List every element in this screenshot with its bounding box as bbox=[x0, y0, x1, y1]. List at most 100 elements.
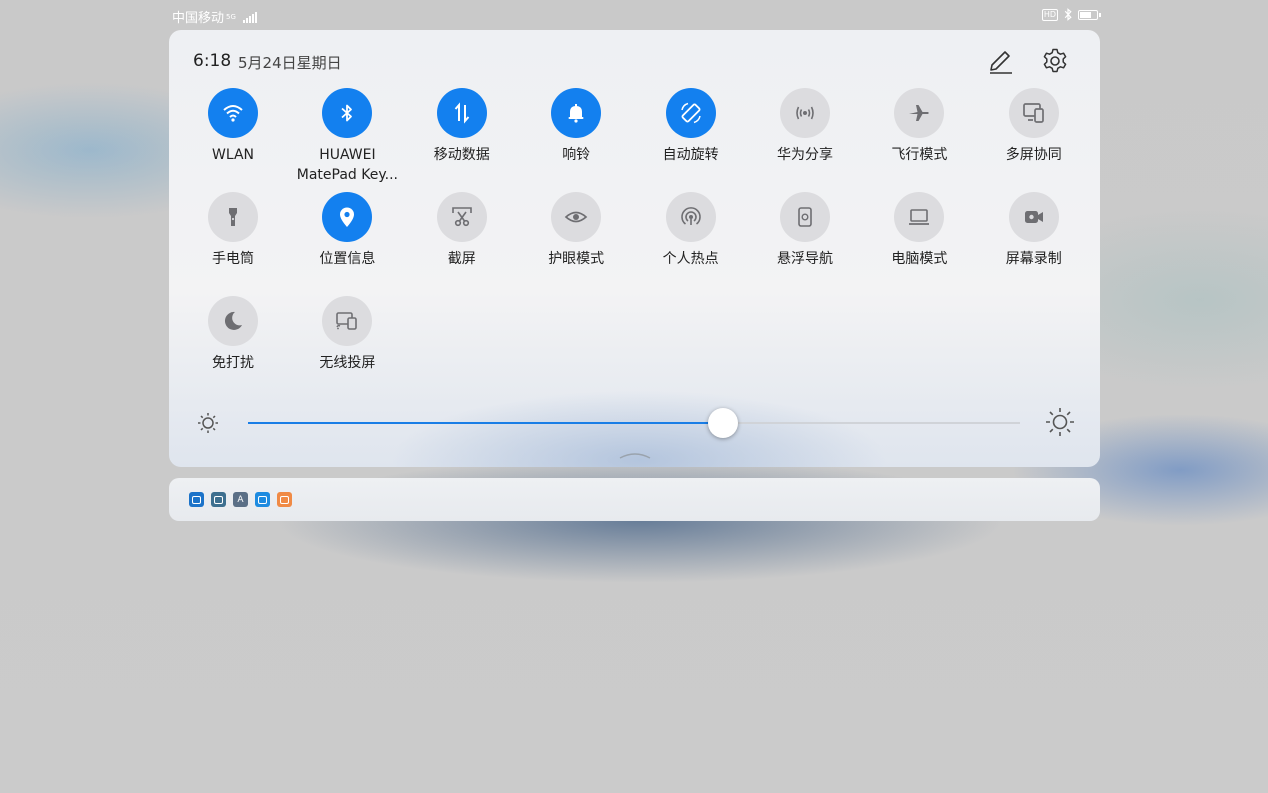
tile-toggle-button[interactable] bbox=[1008, 88, 1059, 138]
tile-toggle-button[interactable] bbox=[436, 88, 487, 138]
auto-rotate-icon bbox=[679, 101, 703, 125]
tile-screen-record[interactable]: 屏幕录制 bbox=[979, 192, 1089, 269]
tile-label: 护眼模式 bbox=[548, 251, 605, 267]
sun-large-icon bbox=[1046, 408, 1074, 436]
screen-record-icon bbox=[1022, 205, 1046, 229]
tile-eye[interactable]: 护眼模式 bbox=[521, 192, 631, 269]
bluetooth-icon bbox=[1064, 8, 1072, 21]
tile-label: 移动数据 bbox=[433, 147, 490, 163]
hd-icon: HD bbox=[1041, 8, 1058, 21]
wireless-projection-icon bbox=[335, 309, 359, 333]
tile-toggle-button[interactable] bbox=[780, 192, 830, 242]
tile-toggle-button[interactable] bbox=[551, 88, 602, 138]
gear-icon bbox=[1043, 48, 1067, 73]
battery-icon bbox=[1078, 9, 1101, 20]
tile-airplane[interactable]: 飞行模式 bbox=[864, 88, 974, 165]
app-store-icon bbox=[189, 492, 204, 507]
laptop-icon bbox=[907, 205, 931, 229]
tile-toggle-button[interactable] bbox=[551, 192, 602, 242]
tile-label: WLAN bbox=[211, 147, 254, 163]
tile-location-pin[interactable]: 位置信息 bbox=[292, 192, 402, 269]
collapse-handle-icon[interactable] bbox=[619, 450, 651, 460]
tile-label: 手电筒 bbox=[212, 251, 254, 267]
tile-bluetooth[interactable]: HUAWEI MatePad Key... bbox=[292, 88, 402, 185]
tile-label: 华为分享 bbox=[777, 147, 833, 163]
airplane-icon bbox=[907, 101, 931, 125]
tile-toggle-button[interactable] bbox=[208, 88, 258, 138]
brightness-control bbox=[169, 405, 1100, 441]
tile-toggle-button[interactable] bbox=[1008, 192, 1059, 242]
eye-icon bbox=[564, 205, 588, 229]
wifi-icon bbox=[221, 101, 245, 125]
tile-label: 个人热点 bbox=[662, 251, 719, 267]
tile-toggle-button[interactable] bbox=[665, 192, 716, 242]
notification-icons-bar[interactable]: A bbox=[169, 478, 1100, 521]
tile-label: 悬浮导航 bbox=[777, 251, 833, 267]
tile-label: 响铃 bbox=[562, 147, 591, 163]
moon-icon bbox=[221, 309, 245, 333]
bell-icon bbox=[564, 101, 588, 125]
pencil-icon bbox=[990, 51, 1012, 74]
tile-multi-screen[interactable]: 多屏协同 bbox=[979, 88, 1089, 165]
location-pin-icon bbox=[335, 205, 359, 229]
carrier-name: 中国移动 bbox=[172, 11, 225, 26]
tile-toggle-button[interactable] bbox=[208, 296, 258, 346]
tile-toggle-button[interactable] bbox=[894, 88, 945, 138]
tile-mobile-data[interactable]: 移动数据 bbox=[407, 88, 517, 165]
edit-button[interactable] bbox=[985, 46, 1015, 76]
screenshot-scissors-icon bbox=[450, 205, 474, 229]
tile-label: 屏幕录制 bbox=[1005, 251, 1062, 267]
tile-toggle-button[interactable] bbox=[322, 296, 373, 346]
font-icon: A bbox=[233, 492, 248, 507]
tile-bell[interactable]: 响铃 bbox=[521, 88, 631, 165]
customer-service-icon bbox=[255, 492, 270, 507]
tile-toggle-button[interactable] bbox=[436, 192, 487, 242]
carrier-info: 中国移动 5G bbox=[172, 7, 257, 26]
tile-toggle-button[interactable] bbox=[322, 88, 373, 138]
tile-flashlight[interactable]: 手电筒 bbox=[178, 192, 288, 269]
quick-settings-panel: 6:18 5月24日星期日 WLAN HUAWEI MatePad Key... 移… bbox=[169, 30, 1100, 467]
sun-small-icon bbox=[198, 413, 218, 433]
huawei-share-icon bbox=[793, 101, 817, 125]
tile-screenshot-scissors[interactable]: 截屏 bbox=[407, 192, 517, 269]
tile-label: HUAWEI MatePad Key... bbox=[296, 147, 398, 183]
brightness-thumb[interactable] bbox=[707, 408, 738, 438]
status-bar: 中国移动 5G HD bbox=[0, 0, 1268, 30]
tile-label: 电脑模式 bbox=[891, 251, 948, 267]
tile-floating-nav[interactable]: 悬浮导航 bbox=[750, 192, 860, 269]
settings-button[interactable] bbox=[1040, 46, 1070, 76]
tile-label: 截屏 bbox=[447, 251, 476, 267]
brightness-fill bbox=[248, 422, 723, 424]
clock: 6:18 bbox=[193, 51, 232, 71]
tile-hotspot[interactable]: 个人热点 bbox=[636, 192, 746, 269]
tile-wireless-projection[interactable]: 无线投屏 bbox=[292, 296, 402, 373]
signal-icon bbox=[242, 11, 257, 23]
tile-toggle-button[interactable] bbox=[208, 192, 258, 242]
floating-nav-icon bbox=[793, 205, 817, 229]
tile-label: 多屏协同 bbox=[1005, 147, 1062, 163]
tile-auto-rotate[interactable]: 自动旋转 bbox=[636, 88, 746, 165]
date: 5月24日星期日 bbox=[238, 54, 342, 72]
tile-label: 无线投屏 bbox=[319, 355, 376, 371]
tile-huawei-share[interactable]: 华为分享 bbox=[750, 88, 860, 165]
status-icons: HD bbox=[1041, 8, 1101, 21]
flashlight-icon bbox=[221, 205, 245, 229]
tile-toggle-button[interactable] bbox=[894, 192, 945, 242]
tile-label: 免打扰 bbox=[212, 355, 254, 371]
tile-toggle-button[interactable] bbox=[780, 88, 830, 138]
tile-laptop[interactable]: 电脑模式 bbox=[864, 192, 974, 269]
tile-moon[interactable]: 免打扰 bbox=[178, 296, 288, 373]
network-type: 5G bbox=[226, 12, 236, 21]
bluetooth-icon bbox=[335, 101, 359, 125]
tile-toggle-button[interactable] bbox=[665, 88, 716, 138]
tile-label: 位置信息 bbox=[319, 251, 376, 267]
tile-label: 自动旋转 bbox=[662, 147, 719, 163]
tile-toggle-button[interactable] bbox=[322, 192, 373, 242]
tile-wifi[interactable]: WLAN bbox=[178, 88, 288, 165]
message-icon bbox=[277, 492, 292, 507]
multi-screen-icon bbox=[1022, 101, 1046, 125]
hotspot-icon bbox=[679, 205, 703, 229]
mobile-data-icon bbox=[450, 101, 474, 125]
brightness-slider[interactable] bbox=[248, 408, 1020, 438]
tile-label: 飞行模式 bbox=[891, 147, 948, 163]
